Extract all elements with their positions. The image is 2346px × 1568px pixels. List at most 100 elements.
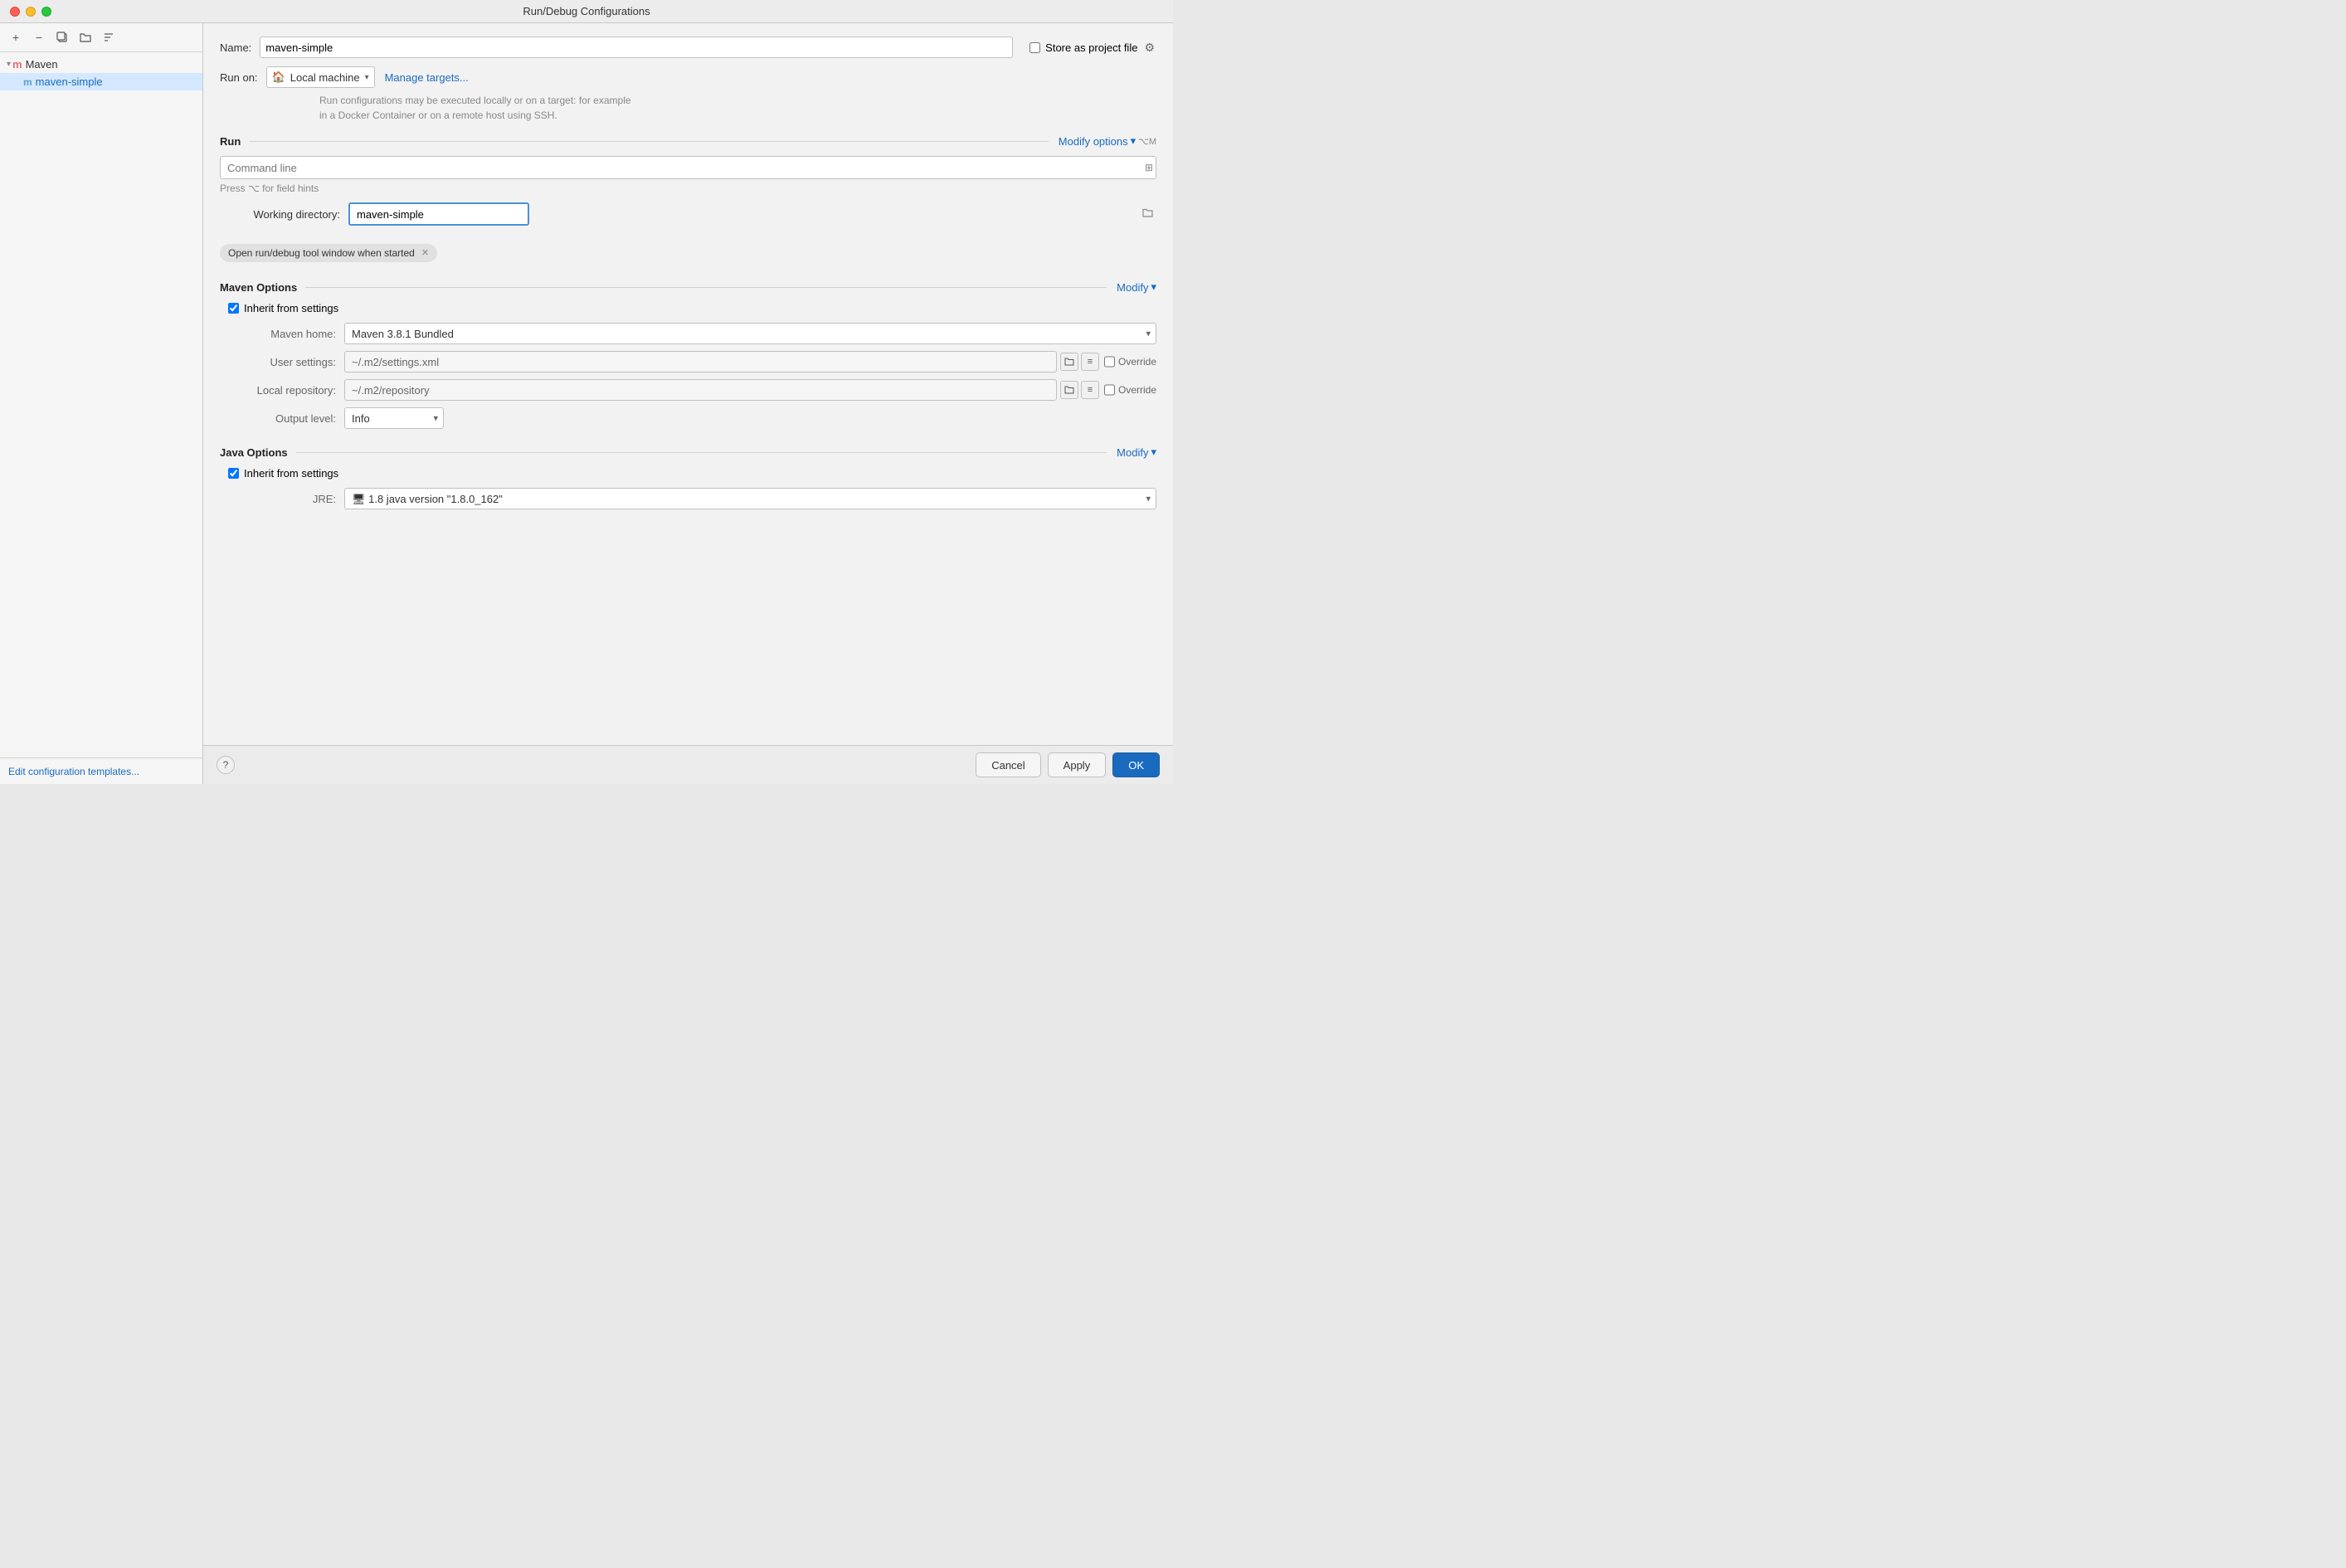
maven-options-header: Maven Options Modify ▾	[220, 280, 1156, 294]
user-settings-row: User settings: ≡	[228, 351, 1156, 373]
close-traffic-light[interactable]	[10, 7, 20, 17]
remove-config-button[interactable]: −	[30, 28, 48, 46]
user-settings-override-checkbox[interactable]	[1104, 351, 1115, 373]
maven-home-label: Maven home:	[228, 328, 336, 340]
bottom-bar: ? Cancel Apply OK	[203, 745, 1173, 784]
maven-section-title-line: Maven Options	[220, 281, 1107, 294]
modify-options-arrow: ▾	[1131, 134, 1136, 148]
output-level-select[interactable]: Info Debug Warn Error	[344, 407, 444, 429]
run-section-divider	[249, 141, 1049, 142]
add-config-button[interactable]: +	[7, 28, 25, 46]
open-tool-window-chip: Open run/debug tool window when started …	[220, 244, 437, 262]
java-inherit-label: Inherit from settings	[244, 467, 338, 480]
output-level-label: Output level:	[228, 412, 336, 425]
sidebar-item-maven-group[interactable]: ▾ m Maven	[0, 56, 202, 73]
java-section-title-line: Java Options	[220, 446, 1107, 459]
tag-chip-label: Open run/debug tool window when started	[228, 247, 415, 259]
jre-select[interactable]: 🖥 1.8 java version "1.8.0_162"	[344, 488, 1156, 509]
maven-inherit-checkbox[interactable]	[228, 303, 239, 314]
java-inherit-checkbox-row: Inherit from settings	[228, 467, 1156, 480]
sidebar-item-maven-simple[interactable]: m maven-simple	[0, 73, 202, 90]
local-repo-override-checkbox[interactable]	[1104, 379, 1115, 401]
title-bar: Run/Debug Configurations	[0, 0, 1173, 23]
name-row: Name: Store as project file ⚙	[220, 37, 1156, 58]
local-repo-override-label: Override	[1118, 384, 1156, 396]
command-line-wrapper: ⊞	[220, 156, 1156, 179]
maven-home-select[interactable]: Maven 3.8.1 Bundled	[344, 323, 1156, 344]
local-repo-folder-button[interactable]	[1060, 381, 1078, 399]
maven-modify-arrow: ▾	[1151, 280, 1156, 294]
user-settings-override-group: Override	[1104, 351, 1156, 373]
local-repo-side-btns: ≡	[1060, 381, 1099, 399]
modify-options-label: Modify options	[1059, 135, 1128, 148]
name-row-left: Name:	[220, 37, 1013, 58]
run-on-dropdown-arrow: ▾	[365, 73, 369, 82]
working-directory-input[interactable]	[348, 202, 529, 226]
java-options-title: Java Options	[220, 446, 288, 459]
java-options-header: Java Options Modify ▾	[220, 446, 1156, 459]
user-settings-edit-button[interactable]: ≡	[1081, 353, 1099, 371]
java-section-divider	[296, 452, 1107, 453]
java-inherit-checkbox[interactable]	[228, 468, 239, 479]
copy-config-button[interactable]	[53, 28, 71, 46]
local-repo-input[interactable]	[344, 379, 1057, 401]
sort-config-button[interactable]	[100, 28, 118, 46]
working-directory-folder-button[interactable]	[1142, 208, 1153, 220]
modify-shortcut-label: ⌥M	[1138, 136, 1156, 147]
press-alt-hint: Press ⌥ for field hints	[220, 183, 1156, 194]
user-settings-folder-button[interactable]	[1060, 353, 1078, 371]
user-settings-input[interactable]	[344, 351, 1057, 373]
maven-home-row: Maven home: Maven 3.8.1 Bundled	[228, 323, 1156, 344]
java-modify-label: Modify	[1117, 446, 1148, 459]
edit-templates-link[interactable]: Edit configuration templates...	[8, 766, 139, 777]
output-level-select-wrapper: Info Debug Warn Error	[344, 407, 444, 429]
cancel-button[interactable]: Cancel	[976, 752, 1040, 777]
help-button[interactable]: ?	[217, 756, 235, 774]
local-repo-input-group: ≡ Override	[344, 379, 1156, 401]
maven-inherit-checkbox-row: Inherit from settings	[228, 302, 1156, 314]
sidebar-tree: ▾ m Maven m maven-simple	[0, 52, 202, 757]
maven-modify-button[interactable]: Modify ▾	[1117, 280, 1156, 294]
jre-row: JRE: 🖥 1.8 java version "1.8.0_162"	[228, 488, 1156, 509]
modify-options-button[interactable]: Modify options ▾ ⌥M	[1059, 134, 1156, 148]
run-section-title-line: Run	[220, 135, 1049, 148]
maven-options-body: Inherit from settings Maven home: Maven …	[220, 302, 1156, 429]
local-machine-label: Local machine	[290, 71, 360, 84]
minimize-traffic-light[interactable]	[26, 7, 36, 17]
user-settings-override-label: Override	[1118, 356, 1156, 368]
content-area: Name: Store as project file ⚙ Run on: 🏠 …	[203, 23, 1173, 784]
folder-config-button[interactable]	[76, 28, 95, 46]
name-input[interactable]	[260, 37, 1013, 58]
java-modify-arrow: ▾	[1151, 446, 1156, 459]
name-label: Name:	[220, 41, 251, 54]
working-directory-row: Working directory:	[220, 202, 1156, 226]
apply-button[interactable]: Apply	[1048, 752, 1107, 777]
local-repo-row: Local repository: ≡	[228, 379, 1156, 401]
maven-modify-label: Modify	[1117, 281, 1148, 294]
manage-targets-link[interactable]: Manage targets...	[385, 71, 469, 84]
command-line-expand-button[interactable]: ⊞	[1145, 162, 1153, 173]
content-inner: Name: Store as project file ⚙ Run on: 🏠 …	[203, 23, 1173, 745]
local-repo-edit-button[interactable]: ≡	[1081, 381, 1099, 399]
window-title: Run/Debug Configurations	[523, 5, 650, 17]
jre-label: JRE:	[228, 493, 336, 505]
sidebar-footer: Edit configuration templates...	[0, 757, 202, 784]
java-modify-button[interactable]: Modify ▾	[1117, 446, 1156, 459]
sidebar: + − ▾	[0, 23, 203, 784]
jre-select-wrapper: 🖥 1.8 java version "1.8.0_162"	[344, 488, 1156, 509]
local-machine-dropdown[interactable]: 🏠 Local machine ▾	[266, 66, 375, 88]
run-section-title: Run	[220, 135, 241, 148]
local-repo-label: Local repository:	[228, 384, 336, 397]
run-section-header: Run Modify options ▾ ⌥M	[220, 134, 1156, 148]
ok-button[interactable]: OK	[1112, 752, 1160, 777]
maven-group-icon: m	[12, 58, 22, 71]
command-line-input[interactable]	[220, 156, 1156, 179]
tag-chip-close-button[interactable]: ✕	[421, 249, 429, 258]
run-on-hint-line2: in a Docker Container or on a remote hos…	[319, 110, 557, 121]
maximize-traffic-light[interactable]	[41, 7, 51, 17]
run-on-label: Run on:	[220, 71, 258, 84]
maven-group-label: Maven	[26, 58, 58, 71]
store-settings-gear-button[interactable]: ⚙	[1142, 41, 1156, 55]
run-on-row: Run on: 🏠 Local machine ▾ Manage targets…	[220, 66, 1156, 88]
store-as-project-checkbox[interactable]	[1029, 42, 1040, 53]
